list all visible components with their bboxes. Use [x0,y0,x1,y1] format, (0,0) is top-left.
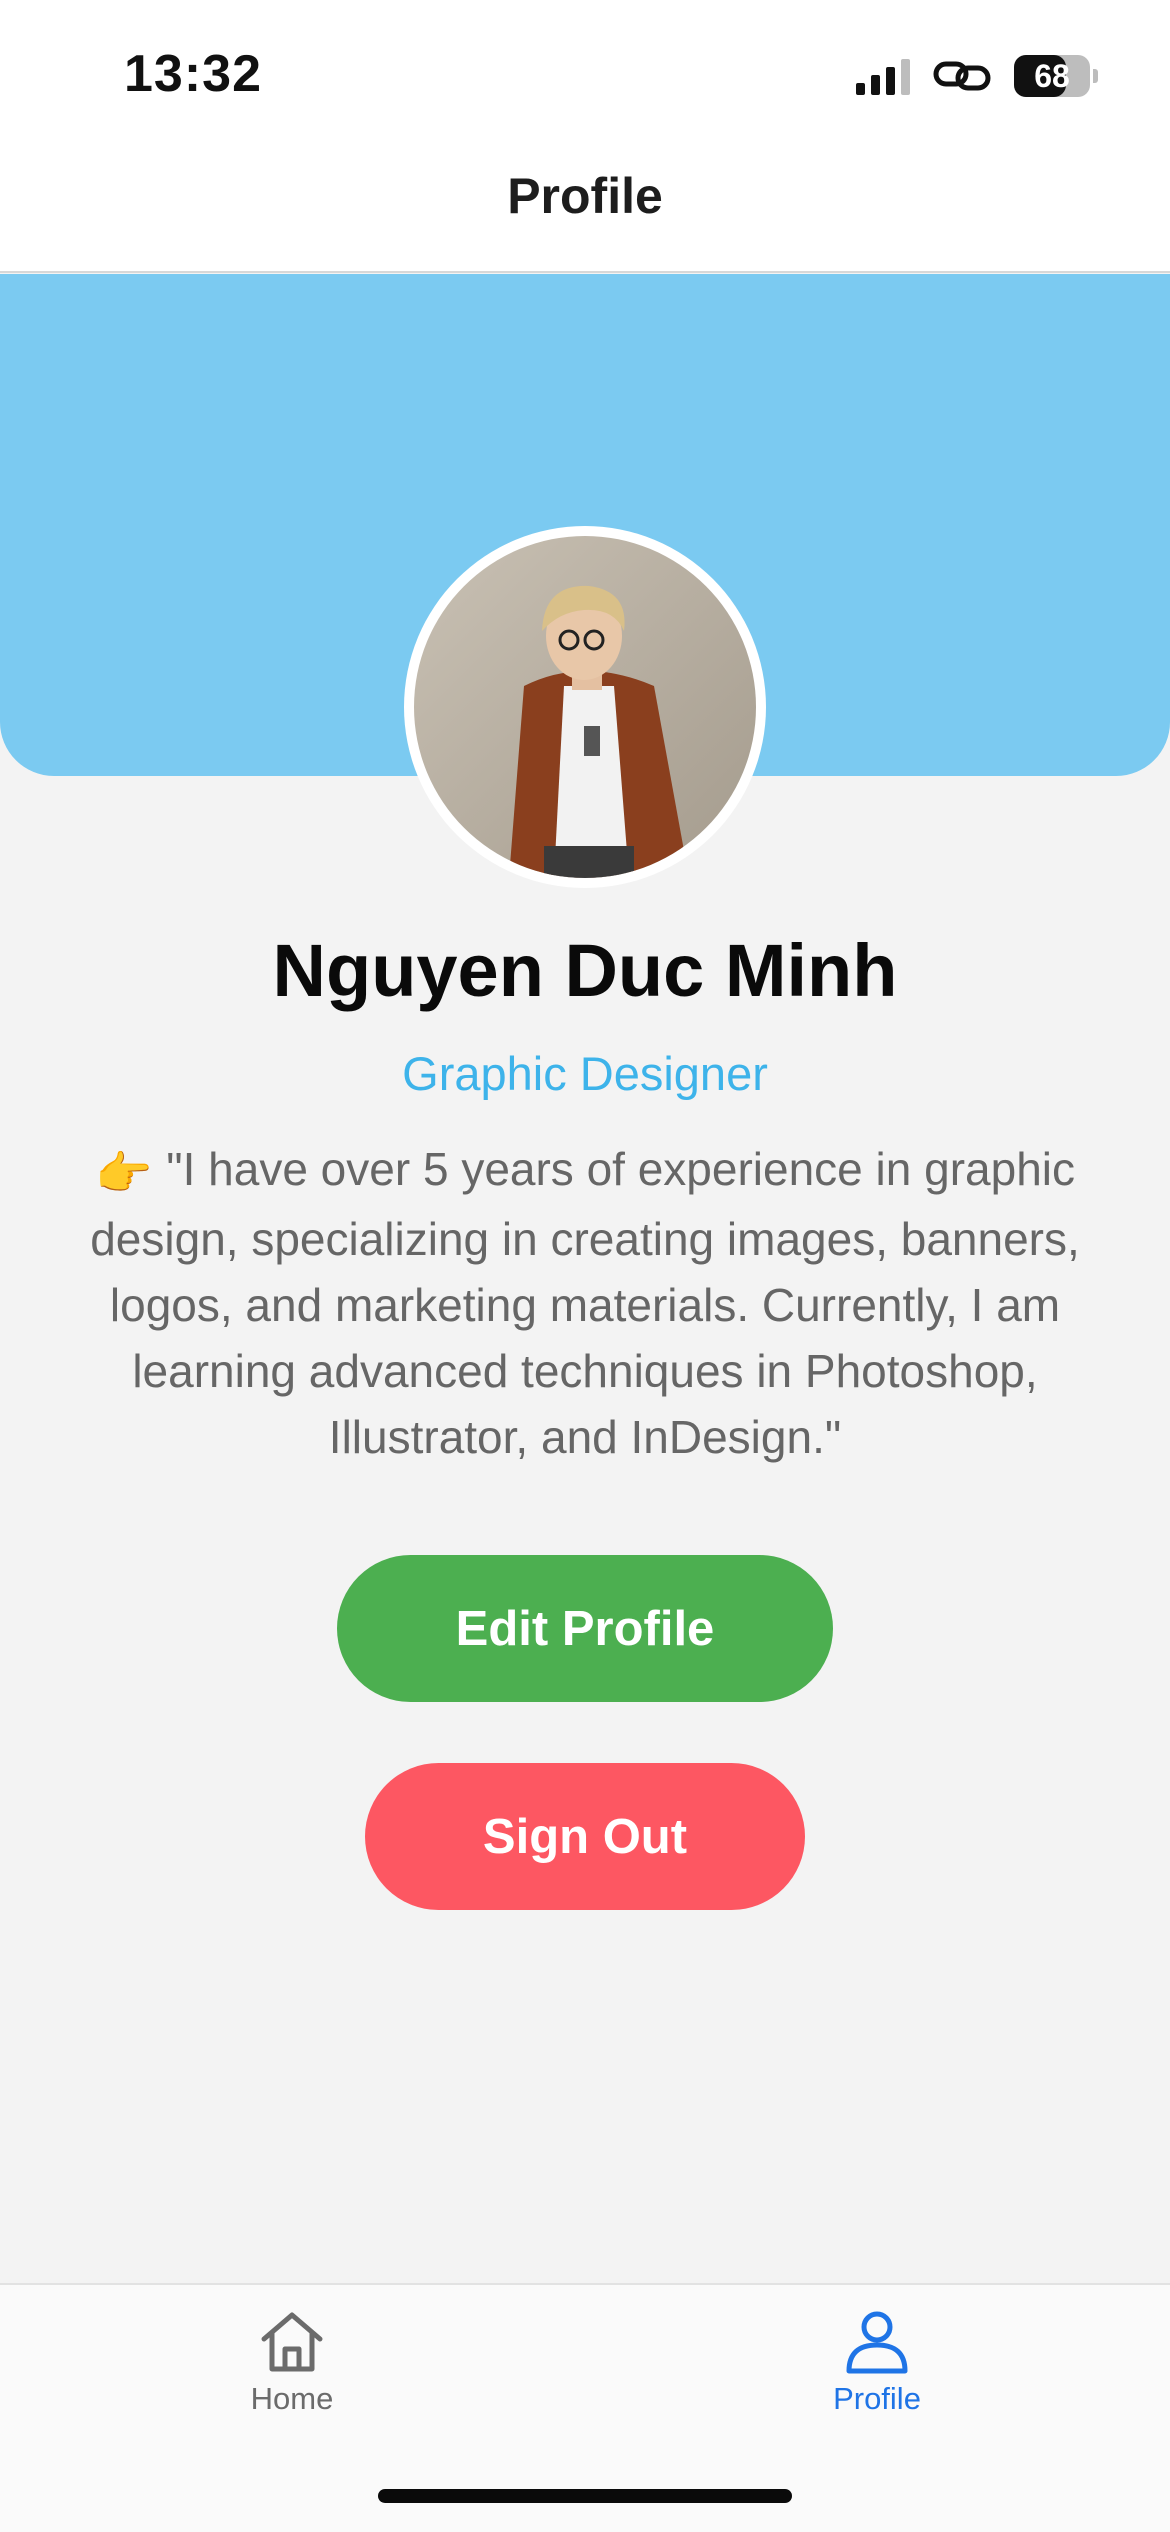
sign-out-button[interactable]: Sign Out [365,1763,805,1910]
profile-bio: 👉 "I have over 5 years of experience in g… [60,1136,1110,1470]
tab-home-label: Home [250,2381,334,2416]
battery-icon: 68 [1014,55,1098,97]
tab-profile[interactable]: Profile [727,2285,1027,2435]
person-icon [846,2311,908,2374]
cellular-signal-icon [856,57,910,95]
profile-bio-text: "I have over 5 years of experience in gr… [90,1143,1080,1463]
avatar[interactable] [404,526,766,888]
status-bar: 13:32 68 [0,0,1170,150]
edit-profile-button[interactable]: Edit Profile [337,1555,833,1702]
home-icon [261,2312,323,2372]
home-indicator[interactable] [378,2489,792,2503]
tab-home[interactable]: Home [142,2285,442,2435]
profile-role: Graphic Designer [402,1047,768,1100]
tab-profile-label: Profile [833,2381,921,2416]
avatar-photo [414,536,756,878]
profile-screen: 13:32 68 Profile Nguyen Duc Minh Graphic… [0,0,1170,2532]
battery-percent: 68 [1034,57,1070,94]
profile-name: Nguyen Duc Minh [272,929,898,1012]
pointing-hand-icon: 👉 [94,1147,153,1199]
page-title: Profile [507,167,663,224]
link-icon [933,61,991,91]
status-icons: 68 [856,52,1098,100]
status-time: 13:32 [124,45,262,103]
nav-header: Profile [0,150,1170,273]
